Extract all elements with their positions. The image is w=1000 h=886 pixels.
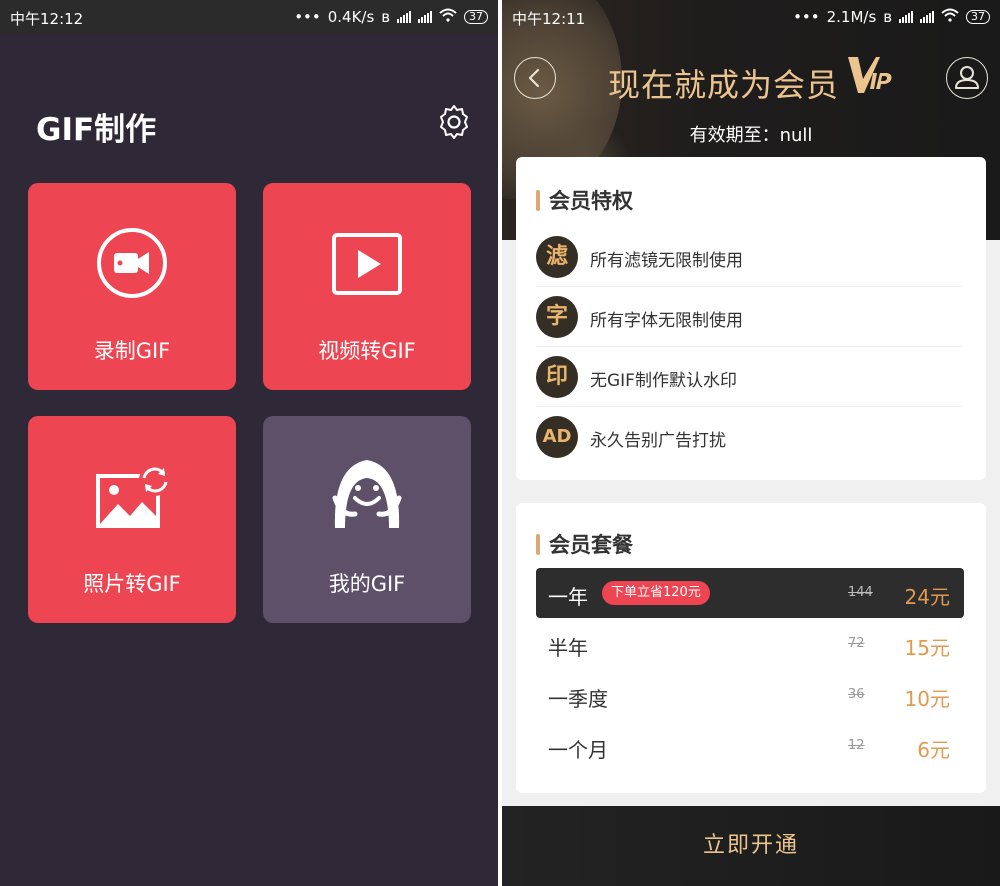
plan-price: 10元 <box>904 687 950 711</box>
privilege-text: 所有滤镜无限制使用 <box>590 251 743 271</box>
ad-badge-icon: AD <box>536 416 578 458</box>
original-price: 36 <box>848 687 865 702</box>
privilege-item: 滤 所有滤镜无限制使用 <box>536 227 962 287</box>
plan-price: 24元 <box>904 585 950 609</box>
status-time: 中午12:11 <box>512 10 586 28</box>
vip-membership-screen: 中午12:11 ••• 2.1M/s ʙ 37 现在就成为会员 有效期至：nul… <box>502 0 1000 886</box>
back-button[interactable] <box>514 57 556 99</box>
filter-badge-icon: 滤 <box>536 236 578 278</box>
privilege-item: 印 无GIF制作默认水印 <box>536 347 962 407</box>
plan-name: 一年 <box>548 585 588 609</box>
gif-maker-screen: 中午12:12 ••• 0.4K/s ʙ 37 GIF制作 录制GIF 视频转G… <box>0 0 498 886</box>
subscribe-button[interactable]: 立即开通 <box>502 806 1000 886</box>
section-title: 会员特权 <box>536 185 633 215</box>
original-price: 12 <box>848 738 865 753</box>
battery-indicator: 37 <box>464 10 488 24</box>
signal-icon <box>920 11 934 23</box>
signal-icon <box>418 11 432 23</box>
privilege-item: 字 所有字体无限制使用 <box>536 287 962 347</box>
privileges-card: 会员特权 滤 所有滤镜无限制使用 字 所有字体无限制使用 印 无GIF制作默认水… <box>516 157 986 480</box>
tile-label: 视频转GIF <box>318 339 416 363</box>
record-gif-tile[interactable]: 录制GIF <box>28 183 236 390</box>
discount-badge: 下单立省120元 <box>602 581 710 605</box>
plan-name: 一个月 <box>548 738 608 762</box>
wifi-icon <box>941 8 959 26</box>
privilege-item: AD 永久告别广告打扰 <box>536 407 962 467</box>
privilege-text: 所有字体无限制使用 <box>590 311 743 331</box>
video-to-gif-tile[interactable]: 视频转GIF <box>263 183 471 390</box>
wifi-icon <box>439 8 457 26</box>
app-title: GIF制作 <box>36 112 157 148</box>
tile-label: 我的GIF <box>328 572 406 596</box>
more-dots-icon: ••• <box>793 8 820 26</box>
privilege-text: 永久告别广告打扰 <box>590 431 726 451</box>
original-price: 144 <box>848 585 873 600</box>
original-price: 72 <box>848 636 865 651</box>
vip-logo-icon <box>846 53 894 97</box>
page-title: 现在就成为会员 <box>608 66 840 104</box>
smiley-character-icon <box>263 416 471 546</box>
video-camera-icon <box>28 183 236 313</box>
section-title: 会员套餐 <box>536 529 633 559</box>
play-icon <box>263 183 471 313</box>
font-badge-icon: 字 <box>536 296 578 338</box>
network-speed: 2.1M/s <box>826 8 877 26</box>
tile-label: 录制GIF <box>93 339 171 363</box>
photo-convert-icon <box>28 416 236 546</box>
signal-icon <box>899 11 913 23</box>
packages-card: 会员套餐 一年 下单立省120元 144 24元 半年 72 15元 一季度 3… <box>516 503 986 793</box>
expiry-date: 有效期至：null <box>689 125 813 146</box>
signal-icon <box>397 11 411 23</box>
watermark-badge-icon: 印 <box>536 356 578 398</box>
plan-option-half-year[interactable]: 半年 72 15元 <box>536 619 964 669</box>
settings-gear-icon[interactable] <box>436 104 472 140</box>
plan-price: 6元 <box>917 738 950 762</box>
my-gif-tile[interactable]: 我的GIF <box>263 416 471 623</box>
battery-indicator: 37 <box>966 10 990 24</box>
user-profile-button[interactable] <box>946 57 988 99</box>
user-icon <box>955 66 979 89</box>
plan-name: 半年 <box>548 636 588 660</box>
bluetooth-icon: ʙ <box>381 8 390 26</box>
tile-label: 照片转GIF <box>83 572 181 596</box>
plan-option-year[interactable]: 一年 下单立省120元 144 24元 <box>536 568 964 618</box>
status-time: 中午12:12 <box>10 10 84 28</box>
chevron-left-icon <box>528 68 540 88</box>
plan-option-month[interactable]: 一个月 12 6元 <box>536 721 964 771</box>
privilege-text: 无GIF制作默认水印 <box>590 371 737 391</box>
network-speed: 0.4K/s <box>327 8 375 26</box>
plan-name: 一季度 <box>548 687 608 711</box>
plan-option-quarter[interactable]: 一季度 36 10元 <box>536 670 964 720</box>
bluetooth-icon: ʙ <box>883 8 892 26</box>
plan-price: 15元 <box>904 636 950 660</box>
status-bar: 中午12:11 ••• 2.1M/s ʙ 37 <box>502 0 1000 34</box>
status-bar: 中午12:12 ••• 0.4K/s ʙ 37 <box>0 0 498 34</box>
more-dots-icon: ••• <box>294 8 321 26</box>
photo-to-gif-tile[interactable]: 照片转GIF <box>28 416 236 623</box>
